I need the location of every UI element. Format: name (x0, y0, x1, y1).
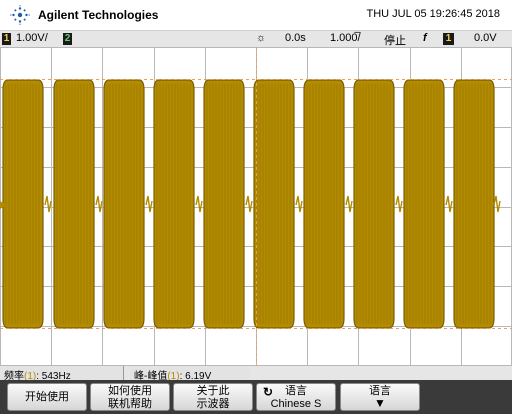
softkey-label-line2: 示波器 (196, 398, 230, 410)
measurement-bar: 频率(1): 543Hz 峰-峰值(1): 6.19V (0, 366, 512, 382)
time-position: 0.0s (285, 32, 306, 44)
midline-spike (295, 195, 303, 213)
trigger-source-badge: 1 (443, 33, 454, 45)
channel-1-badge[interactable]: 1 (2, 33, 11, 45)
midline-spike (245, 195, 253, 213)
midline-spike (95, 195, 103, 213)
softkey-label: 开始使用 (25, 391, 69, 403)
trigger-level: 0.0V (474, 32, 497, 44)
waveform-plot (0, 47, 512, 366)
softkey-label-line2: 联机帮助 (108, 398, 152, 410)
frequency-measurement: 频率(1): 543Hz (0, 366, 124, 382)
midline-spike (195, 195, 203, 213)
trigger-slope: f (423, 32, 427, 44)
channel-1-scale: 1.00V/ (16, 32, 48, 44)
channel-2-badge[interactable]: 2 (63, 33, 72, 45)
midline-spike (345, 195, 353, 213)
getting-started-softkey[interactable]: 开始使用 (7, 383, 87, 411)
sun-trigger-icon: ☼ (256, 32, 267, 44)
datetime: THU JUL 05 19:26:45 2018 (366, 8, 500, 20)
softkey-label-line1: 关于此 (196, 385, 230, 397)
online-help-softkey[interactable]: 如何使用 联机帮助 (90, 383, 170, 411)
midline-spike (445, 195, 453, 213)
midline-spike (395, 195, 403, 213)
brand-name: Agilent Technologies (38, 8, 159, 22)
midline-spike (44, 195, 52, 213)
agilent-spark-icon (10, 5, 30, 25)
header: Agilent Technologies THU JUL 05 19:26:45… (0, 0, 512, 30)
run-state: 停止 (384, 35, 406, 47)
midline-spike (145, 195, 153, 213)
softkey-label-line2: Chinese S (270, 398, 322, 410)
softkey-label-line1: 如何使用 (108, 385, 152, 397)
time-scale: 1.000̅/ (330, 32, 361, 44)
down-arrow-icon: ▼ (374, 396, 386, 410)
midline-spike (493, 195, 501, 213)
status-bar: 1 1.00V/ 2 ☼ 0.0s 1.000̅/ 停止 f 1 0.0V (0, 30, 512, 48)
oscilloscope-screen: Agilent Technologies THU JUL 05 19:26:45… (0, 0, 512, 414)
about-scope-softkey[interactable]: 关于此 示波器 (173, 383, 253, 411)
softkey-bar: 开始使用 如何使用 联机帮助 关于此 示波器 ↻ 语言 Chinese S 语言… (0, 380, 512, 414)
language-select-softkey[interactable]: ↻ 语言 Chinese S (256, 383, 336, 411)
waveform-display (0, 47, 512, 366)
peak-to-peak-measurement: 峰-峰值(1): 6.19V (130, 366, 250, 382)
language-next-softkey[interactable]: 语言 ▼ (340, 383, 420, 411)
channel-1-trace (2, 79, 501, 329)
swirl-arrow-icon: ↻ (263, 385, 274, 399)
